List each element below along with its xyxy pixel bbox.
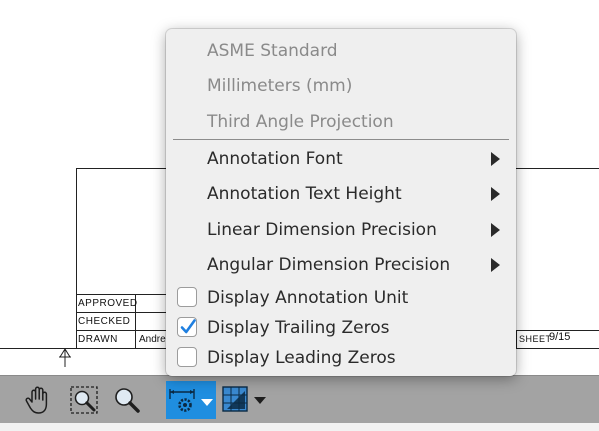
checkmark-icon	[180, 319, 196, 334]
zoom-icon	[115, 388, 140, 413]
menu-option-label: Display Annotation Unit	[207, 288, 409, 308]
checkbox-display-leading-zeros[interactable]	[177, 347, 197, 367]
zoom-window-button[interactable]	[66, 381, 102, 419]
pan-hand-icon	[25, 386, 48, 414]
menu-item-annotation-text-height[interactable]: Annotation Text Height	[166, 177, 516, 211]
menu-item-label: Angular Dimension Precision	[207, 255, 451, 275]
approved-label: APPROVED	[78, 298, 138, 309]
checkbox-display-trailing-zeros[interactable]	[177, 317, 197, 337]
menu-header-standard: ASME Standard	[166, 34, 516, 68]
submenu-arrow-icon	[491, 223, 500, 237]
menu-header-label: Third Angle Projection	[207, 112, 394, 132]
menu-item-label: Annotation Text Height	[207, 184, 402, 204]
menu-item-angular-dimension-precision[interactable]: Angular Dimension Precision	[166, 248, 516, 282]
sheet-cell-left-border	[516, 330, 517, 348]
sheet-value: 9/15	[549, 331, 571, 343]
menu-item-linear-dimension-precision[interactable]: Linear Dimension Precision	[166, 213, 516, 247]
menu-option-display-trailing-zeros[interactable]: Display Trailing Zeros	[166, 311, 516, 345]
sheet-settings-icon	[222, 386, 266, 412]
sheet-label: SHEET	[519, 334, 552, 344]
title-block-row-line	[76, 330, 166, 331]
drawing-settings-icon	[169, 389, 213, 412]
anchor-marker-icon	[59, 348, 71, 367]
title-block-left-border	[76, 168, 77, 348]
menu-header-label: Millimeters (mm)	[207, 76, 353, 96]
menu-item-label: Annotation Font	[207, 149, 343, 169]
menu-item-annotation-font[interactable]: Annotation Font	[166, 142, 516, 176]
submenu-arrow-icon	[491, 152, 500, 166]
menu-option-display-annotation-unit[interactable]: Display Annotation Unit	[166, 281, 516, 315]
submenu-arrow-icon	[491, 258, 500, 272]
menu-header-units: Millimeters (mm)	[166, 69, 516, 103]
drawing-settings-menu: ASME Standard Millimeters (mm) Third Ang…	[166, 29, 516, 376]
zoom-button[interactable]	[110, 381, 144, 419]
submenu-arrow-icon	[491, 187, 500, 201]
zoom-window-icon	[70, 386, 98, 414]
menu-header-projection: Third Angle Projection	[166, 105, 516, 139]
menu-option-display-leading-zeros[interactable]: Display Leading Zeros	[166, 341, 516, 375]
bottom-toolbar	[0, 375, 599, 424]
menu-header-label: ASME Standard	[207, 41, 338, 61]
title-block-row-line	[76, 294, 166, 295]
title-block-row-line	[76, 312, 166, 313]
status-strip	[0, 423, 599, 431]
checkbox-display-annotation-unit[interactable]	[177, 287, 197, 307]
menu-item-label: Linear Dimension Precision	[207, 220, 437, 240]
sheet-settings-button[interactable]	[218, 381, 270, 419]
drawing-settings-button[interactable]	[166, 381, 216, 419]
menu-option-label: Display Trailing Zeros	[207, 318, 390, 338]
drawn-value: Andre	[139, 334, 166, 345]
drawn-label: DRAWN	[78, 334, 118, 345]
pan-tool-button[interactable]	[20, 381, 56, 419]
menu-option-label: Display Leading Zeros	[207, 348, 396, 368]
menu-separator	[173, 139, 509, 140]
checked-label: CHECKED	[78, 316, 131, 327]
